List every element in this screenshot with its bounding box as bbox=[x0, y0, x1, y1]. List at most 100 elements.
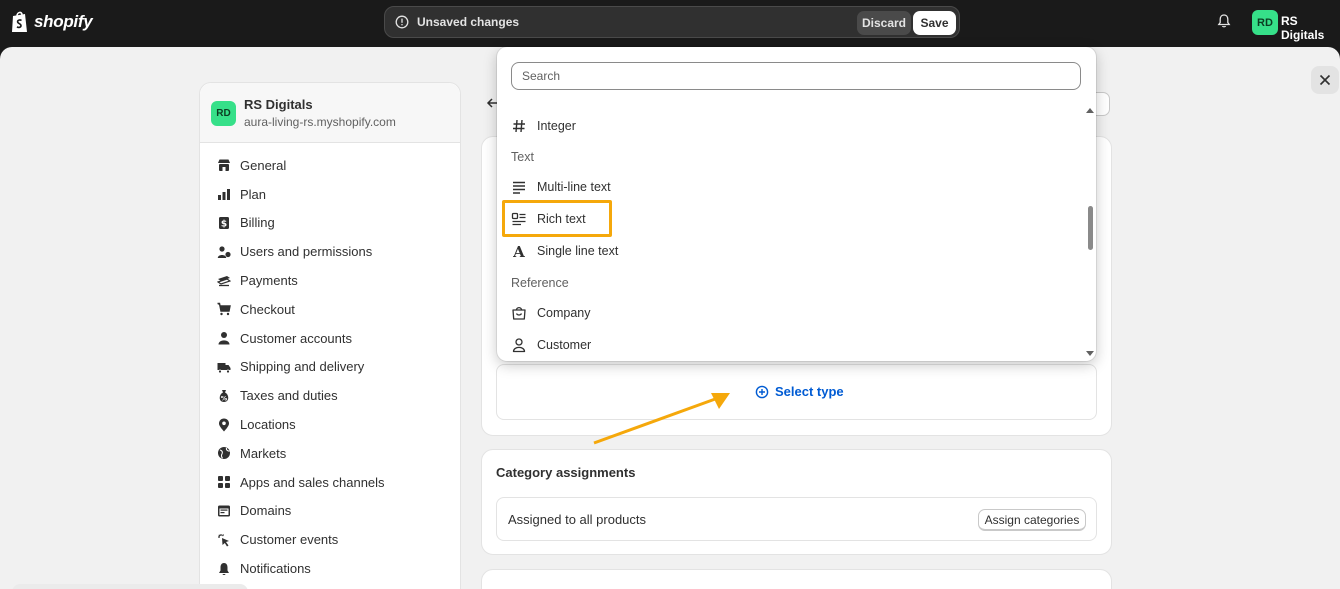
shopify-logo[interactable]: shopify bbox=[10, 10, 93, 34]
option-label: Single line text bbox=[537, 244, 619, 258]
assigned-text: Assigned to all products bbox=[508, 512, 647, 527]
option-label: Integer bbox=[537, 119, 576, 133]
sidebar-item-customer-events[interactable]: Customer events bbox=[210, 525, 450, 554]
account-avatar[interactable]: RD bbox=[1252, 10, 1278, 35]
plus-circle-icon bbox=[755, 385, 769, 398]
svg-text:A: A bbox=[512, 243, 525, 259]
store-avatar: RD bbox=[211, 101, 236, 126]
person-icon bbox=[218, 332, 230, 345]
sidebar-item-label: Checkout bbox=[240, 301, 295, 317]
option-label: Multi-line text bbox=[537, 180, 611, 194]
sidebar-item-label: Payments bbox=[240, 273, 298, 289]
sidebar-item-label: Apps and sales channels bbox=[240, 474, 385, 490]
unsaved-changes-text: Unsaved changes bbox=[417, 15, 520, 29]
sidebar-item-markets[interactable]: Markets bbox=[210, 439, 450, 468]
hash-icon bbox=[513, 119, 525, 133]
apps-icon bbox=[218, 476, 230, 489]
customer-icon bbox=[512, 338, 526, 353]
option-label: Company bbox=[537, 306, 591, 320]
cart-icon bbox=[217, 303, 231, 316]
dropdown-scrollbar[interactable] bbox=[1088, 206, 1093, 250]
scroll-down-arrow-icon[interactable] bbox=[1086, 351, 1094, 356]
option-label: Customer bbox=[537, 338, 592, 352]
brand-text: shopify bbox=[34, 12, 93, 31]
option-integer[interactable]: Integer bbox=[511, 116, 576, 136]
sidebar-item-label: Customer accounts bbox=[240, 330, 352, 346]
payments-icon bbox=[217, 275, 231, 286]
location-icon bbox=[219, 418, 229, 432]
company-icon bbox=[512, 306, 526, 320]
unsaved-changes-bar: Unsaved changes Discard Save bbox=[384, 6, 960, 38]
annotation-arrow-icon bbox=[593, 393, 730, 445]
sidebar-item-label: Markets bbox=[240, 445, 287, 461]
scroll-up-arrow-icon[interactable] bbox=[1086, 108, 1094, 113]
select-type-label: Select type bbox=[775, 384, 844, 399]
close-icon bbox=[1319, 74, 1331, 86]
sidebar-selected-item[interactable] bbox=[12, 584, 248, 589]
store-icon bbox=[218, 159, 230, 172]
sidebar-item-label: Locations bbox=[240, 417, 296, 433]
sidebar-item-label: Taxes and duties bbox=[240, 388, 338, 404]
svg-text:$: $ bbox=[221, 219, 227, 229]
option-multi-line-text[interactable]: Multi-line text bbox=[511, 177, 611, 197]
sidebar-item-general[interactable]: General bbox=[210, 151, 450, 180]
discard-button[interactable]: Discard bbox=[857, 11, 911, 35]
option-single-line-text[interactable]: A Single line text bbox=[511, 241, 618, 261]
sidebar-item-plan[interactable]: Plan bbox=[210, 180, 450, 209]
store-header[interactable]: RD RS Digitals aura-living-rs.myshopify.… bbox=[200, 83, 460, 143]
events-icon bbox=[218, 533, 229, 547]
settings-nav: General Plan $ Billing Users and permiss… bbox=[210, 151, 450, 583]
next-card bbox=[481, 569, 1112, 589]
sidebar-item-label: Notifications bbox=[240, 561, 311, 577]
option-company[interactable]: Company bbox=[511, 303, 591, 323]
notifications-bell-icon[interactable] bbox=[1216, 13, 1232, 29]
plan-icon bbox=[218, 189, 230, 201]
sidebar-item-checkout[interactable]: Checkout bbox=[210, 295, 450, 324]
sidebar-item-label: Shipping and delivery bbox=[240, 359, 365, 375]
select-type-button[interactable]: Select type bbox=[755, 384, 844, 399]
sidebar-item-taxes[interactable]: % Taxes and duties bbox=[210, 381, 450, 410]
rich-text-highlight bbox=[502, 200, 612, 237]
sidebar-item-customer-accounts[interactable]: Customer accounts bbox=[210, 324, 450, 353]
sidebar-item-label: Plan bbox=[240, 186, 267, 202]
shopify-bag-icon bbox=[12, 11, 27, 32]
settings-sidebar: RD RS Digitals aura-living-rs.myshopify.… bbox=[199, 82, 461, 589]
group-reference: Reference bbox=[511, 276, 569, 290]
category-assignments-title: Category assignments bbox=[496, 465, 636, 480]
category-assignments-card: Category assignments Assigned to all pro… bbox=[481, 449, 1112, 555]
alert-circle-icon bbox=[395, 15, 409, 29]
bell-icon bbox=[219, 562, 229, 575]
assign-categories-button[interactable]: Assign categories bbox=[978, 509, 1086, 531]
store-domain: aura-living-rs.myshopify.com bbox=[244, 115, 396, 129]
close-settings-button[interactable] bbox=[1311, 66, 1339, 94]
sidebar-item-users[interactable]: Users and permissions bbox=[210, 237, 450, 266]
billing-icon: $ bbox=[219, 216, 229, 229]
sidebar-item-domains[interactable]: Domains bbox=[210, 497, 450, 526]
svg-text:%: % bbox=[221, 394, 228, 402]
category-assignment-row: Assigned to all products Assign categori… bbox=[496, 497, 1097, 541]
single-line-text-icon: A bbox=[512, 243, 525, 259]
option-customer[interactable]: Customer bbox=[511, 335, 591, 355]
top-bar: shopify Unsaved changes Discard Save RD … bbox=[0, 0, 1340, 47]
sidebar-item-shipping[interactable]: Shipping and delivery bbox=[210, 353, 450, 382]
type-search-input[interactable] bbox=[511, 62, 1081, 90]
users-icon bbox=[217, 246, 231, 258]
account-store-name[interactable]: RS Digitals bbox=[1281, 14, 1340, 42]
sidebar-item-billing[interactable]: $ Billing bbox=[210, 209, 450, 238]
sidebar-item-notifications[interactable]: Notifications bbox=[210, 554, 450, 583]
sidebar-item-locations[interactable]: Locations bbox=[210, 410, 450, 439]
sidebar-item-label: Customer events bbox=[240, 532, 339, 548]
store-name: RS Digitals bbox=[244, 97, 313, 112]
sidebar-item-payments[interactable]: Payments bbox=[210, 266, 450, 295]
save-button[interactable]: Save bbox=[913, 11, 956, 35]
sidebar-item-apps[interactable]: Apps and sales channels bbox=[210, 468, 450, 497]
sidebar-item-label: Users and permissions bbox=[240, 244, 373, 260]
truck-icon bbox=[217, 362, 231, 374]
globe-icon bbox=[218, 447, 230, 460]
sidebar-item-label: General bbox=[240, 157, 287, 173]
multiline-text-icon bbox=[513, 181, 525, 194]
sidebar-item-label: Billing bbox=[240, 215, 275, 231]
sidebar-item-label: Domains bbox=[240, 503, 292, 519]
tax-icon: % bbox=[219, 389, 229, 402]
group-text: Text bbox=[511, 150, 534, 164]
